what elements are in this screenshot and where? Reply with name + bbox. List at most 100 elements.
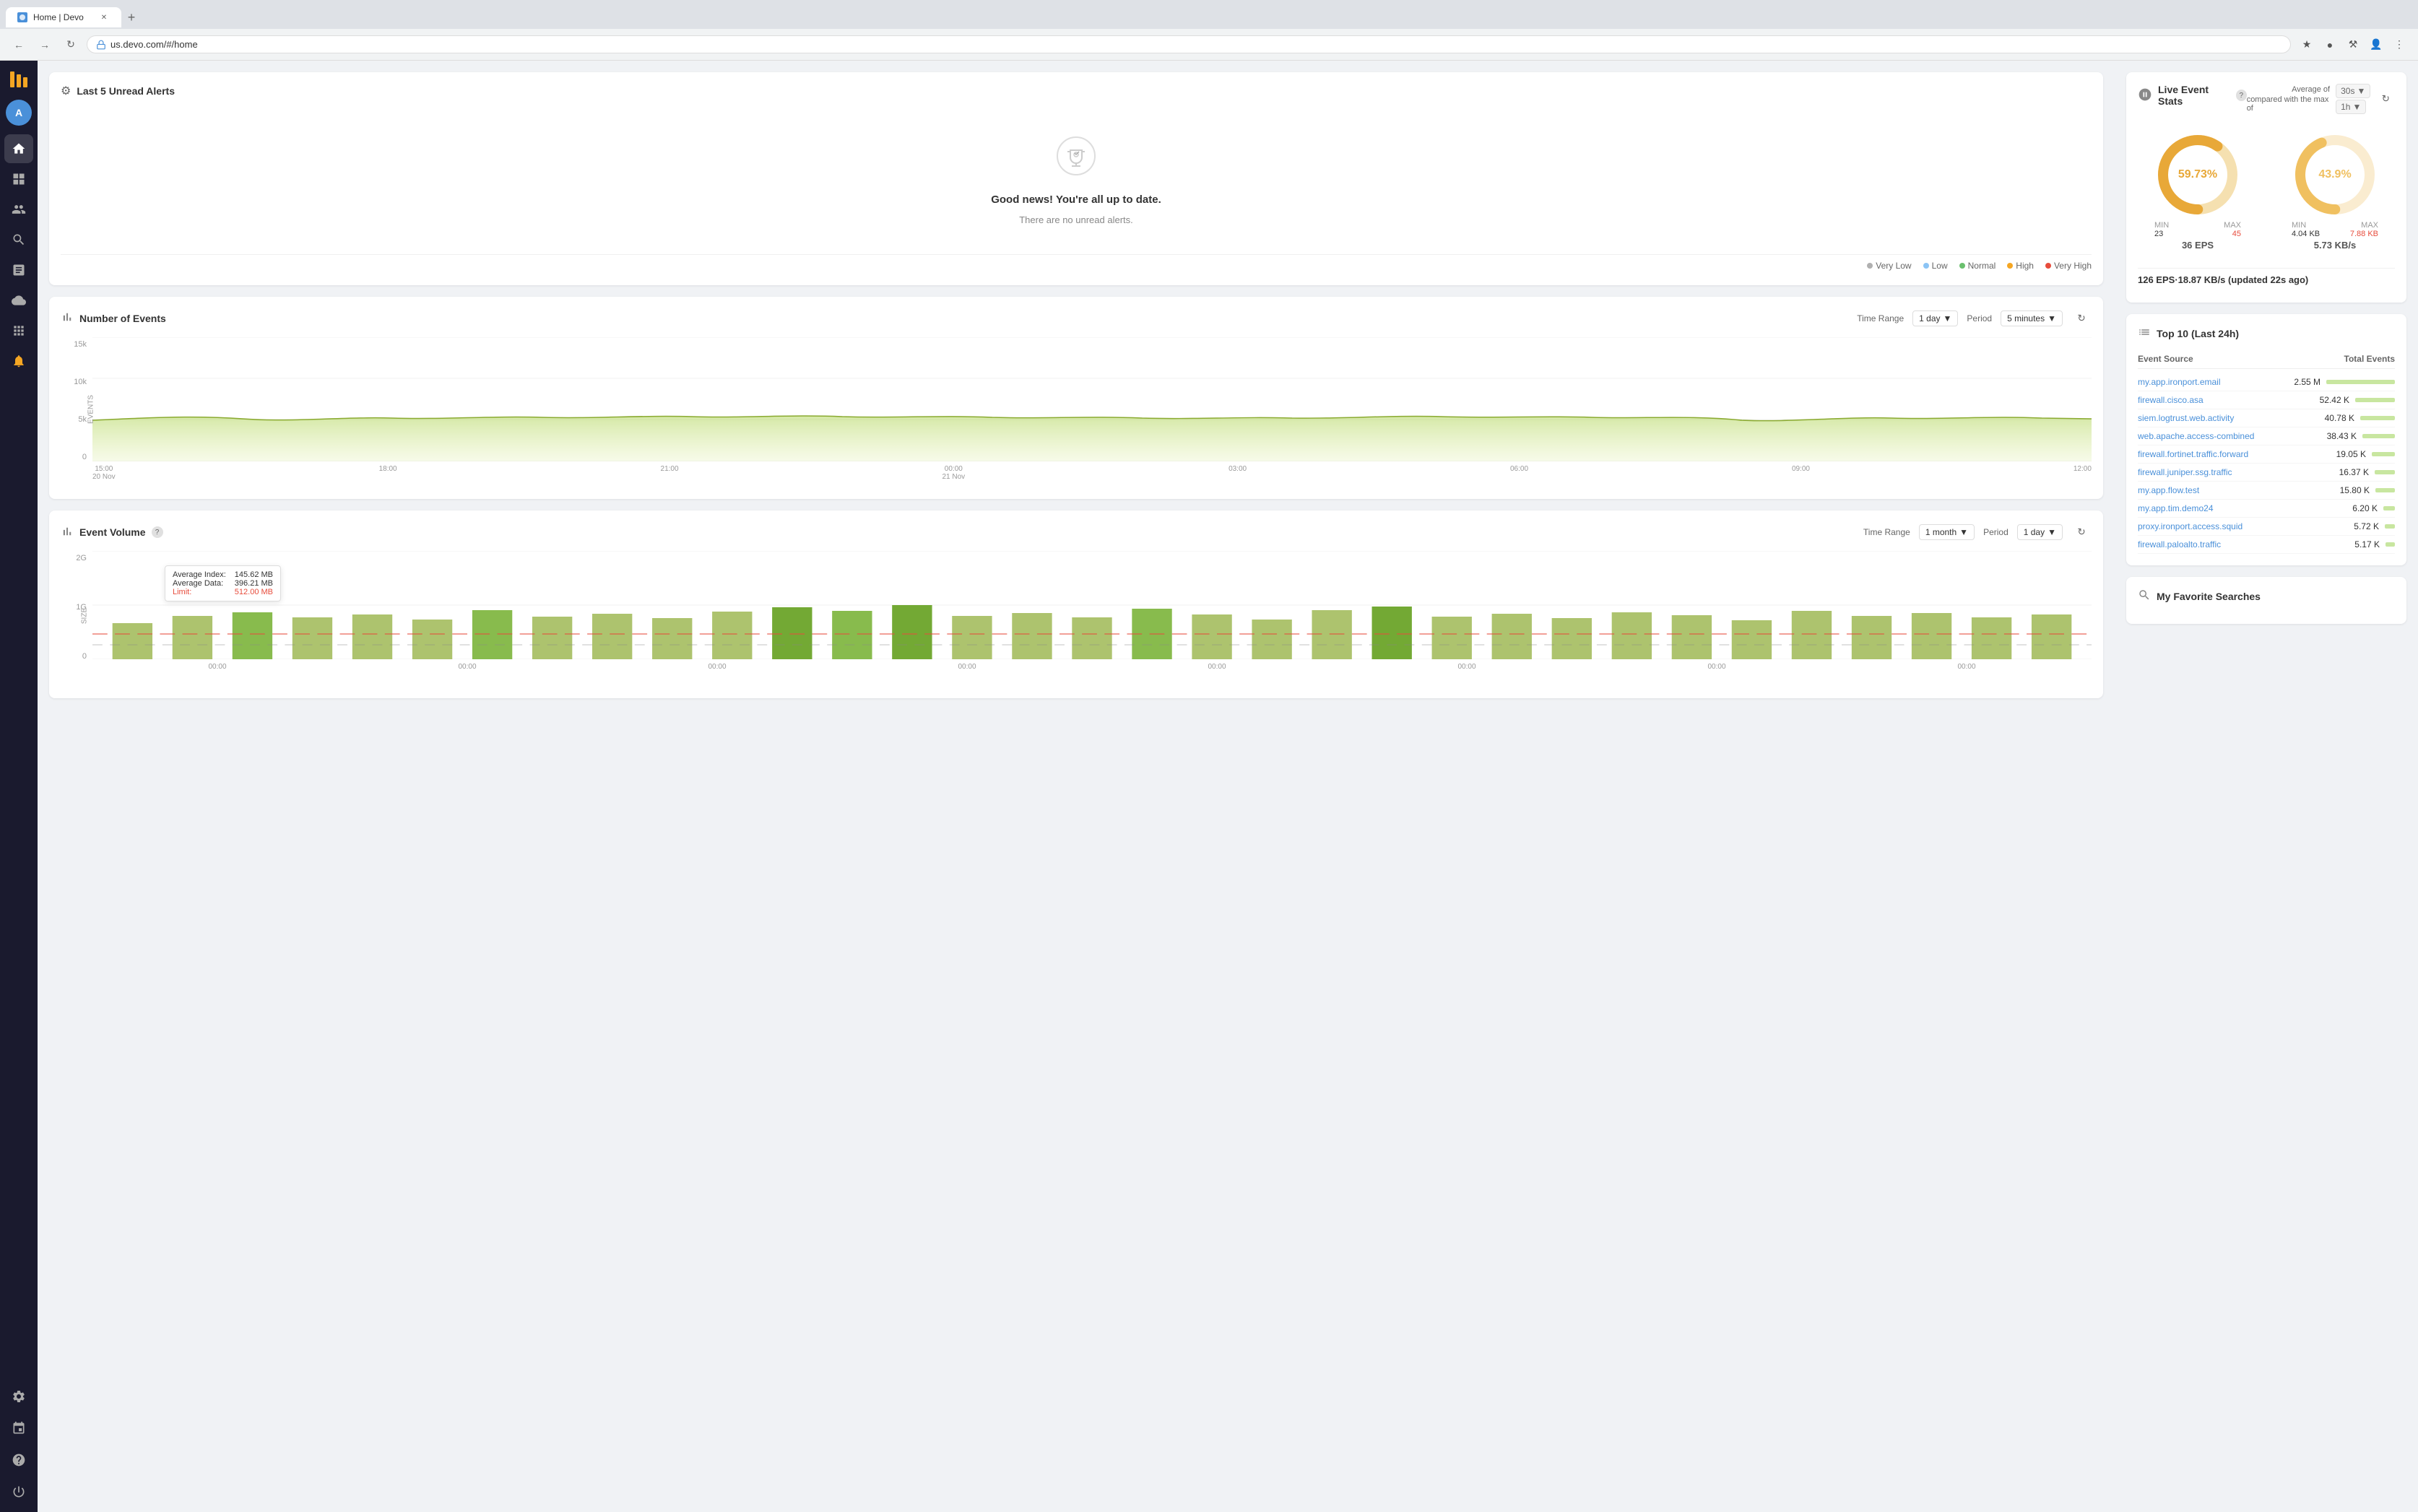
top10-source-5[interactable]: firewall.juniper.ssg.traffic — [2138, 467, 2308, 477]
alerts-card-header: ⚙ Last 5 Unread Alerts — [61, 84, 2092, 98]
alerts-empty-subtitle: There are no unread alerts. — [1019, 214, 1133, 225]
top10-source-4[interactable]: firewall.fortinet.traffic.forward — [2138, 449, 2308, 459]
extensions-button[interactable]: ⚒ — [2343, 35, 2363, 55]
top10-card: Top 10 (Last 24h) Event Source Total Eve… — [2126, 314, 2406, 565]
top10-source-7[interactable]: my.app.tim.demo24 — [2138, 503, 2308, 513]
live-stats-compared-label: compared with the max of — [2247, 95, 2330, 113]
sidebar-item-analytics[interactable] — [4, 195, 33, 224]
sidebar-item-help[interactable] — [4, 1446, 33, 1474]
top10-col-events: Total Events — [2344, 354, 2395, 364]
top10-source-0[interactable]: my.app.ironport.email — [2138, 377, 2294, 387]
back-button[interactable]: ← — [9, 35, 29, 55]
live-stats-info-icon[interactable]: ? — [2236, 90, 2247, 101]
top10-rows-container: my.app.ironport.email 2.55 M firewall.ci… — [2138, 373, 2395, 554]
top10-bar-9 — [2386, 542, 2395, 547]
top10-bar-1 — [2355, 398, 2395, 402]
eps-min-section: MIN 23 — [2154, 221, 2169, 238]
top10-bar-6 — [2375, 488, 2395, 492]
forward-button[interactable]: → — [35, 35, 55, 55]
events-time-range-select[interactable]: 1 day ▼ — [1912, 310, 1958, 326]
events-chart-controls: Time Range 1 day ▼ Period 5 minutes ▼ — [1857, 308, 2092, 329]
event-volume-chart-area: 2G 1G 0 SIZE — [61, 551, 2092, 681]
tab-close-button[interactable]: ✕ — [98, 12, 110, 23]
volume-y-tick-2g: 2G — [76, 554, 87, 562]
events-x-label-2: 21:00 — [661, 465, 679, 481]
table-row: firewall.paloalto.traffic 5.17 K — [2138, 536, 2395, 554]
alerts-card-title: Last 5 Unread Alerts — [77, 85, 175, 97]
sidebar-item-alerts[interactable] — [4, 347, 33, 375]
kbs-donut-value: 43.9% — [2318, 168, 2351, 181]
eps-donut-wrapper: 59.73% — [2154, 131, 2241, 218]
table-row: firewall.juniper.ssg.traffic 16.37 K — [2138, 464, 2395, 482]
volume-time-range-select[interactable]: 1 month ▼ — [1919, 524, 1975, 540]
live-stats-avg-label: Average of — [2292, 85, 2330, 94]
top10-events-3: 38.43 K — [2308, 431, 2395, 441]
events-card-header: Number of Events Time Range 1 day ▼ Peri… — [61, 308, 2092, 329]
new-tab-button[interactable]: + — [121, 7, 142, 27]
legend-label-very-high: Very High — [2054, 261, 2092, 271]
sidebar-item-apps[interactable] — [4, 316, 33, 345]
live-stats-refresh-button[interactable]: ↻ — [2376, 89, 2395, 109]
volume-x-labels: 00:00 00:00 00:00 00:00 00:00 00:00 00:0… — [92, 661, 2092, 671]
events-period-label: Period — [1967, 313, 1992, 323]
legend-label-normal: Normal — [1968, 261, 1996, 271]
sidebar-item-search[interactable] — [4, 225, 33, 254]
active-tab[interactable]: Home | Devo ✕ — [6, 7, 121, 27]
top10-events-6: 15.80 K — [2308, 485, 2395, 495]
events-x-label-5: 06:00 — [1510, 465, 1528, 481]
events-x-label-0: 15:0020 Nov — [92, 465, 116, 481]
reload-button[interactable]: ↻ — [61, 35, 81, 55]
top10-source-2[interactable]: siem.logtrust.web.activity — [2138, 413, 2308, 423]
sidebar-item-settings[interactable] — [4, 1382, 33, 1411]
volume-period-select[interactable]: 1 day ▼ — [2017, 524, 2063, 540]
events-card: Number of Events Time Range 1 day ▼ Peri… — [49, 297, 2103, 499]
kbs-unit-label: 5.73 KB/s — [2314, 240, 2357, 251]
avatar[interactable]: A — [6, 100, 32, 126]
right-panel: Live Event Stats ? Average of compared w… — [2115, 61, 2418, 1512]
live-stats-compared-select[interactable]: 1h ▼ — [2336, 100, 2366, 114]
events-refresh-button[interactable]: ↻ — [2071, 308, 2092, 329]
events-x-label-6: 09:00 — [1792, 465, 1810, 481]
table-row: firewall.fortinet.traffic.forward 19.05 … — [2138, 446, 2395, 464]
top10-source-6[interactable]: my.app.flow.test — [2138, 485, 2308, 495]
url-text: us.devo.com/#/home — [110, 39, 198, 50]
profile-button[interactable]: ● — [2320, 35, 2340, 55]
alerts-empty-state: Good news! You're all up to date. There … — [61, 107, 2092, 254]
legend-label-low: Low — [1932, 261, 1948, 271]
sidebar-item-reports[interactable] — [4, 256, 33, 284]
top10-source-3[interactable]: web.apache.access-combined — [2138, 431, 2308, 441]
events-y-tick-5k: 5k — [78, 415, 87, 424]
top10-bar-2 — [2360, 416, 2395, 420]
top10-bar-8 — [2385, 524, 2395, 529]
event-volume-title: Event Volume — [79, 526, 146, 538]
top10-bar-7 — [2383, 506, 2395, 510]
event-volume-refresh-button[interactable]: ↻ — [2071, 522, 2092, 542]
table-row: my.app.ironport.email 2.55 M — [2138, 373, 2395, 391]
menu-button[interactable]: ⋮ — [2389, 35, 2409, 55]
url-input[interactable]: us.devo.com/#/home — [87, 35, 2291, 53]
top10-source-9[interactable]: firewall.paloalto.traffic — [2138, 539, 2308, 549]
favorites-card: My Favorite Searches — [2126, 577, 2406, 624]
events-chart-svg — [92, 337, 2092, 461]
event-volume-info-icon[interactable]: ? — [152, 526, 163, 538]
sidebar-item-dashboard[interactable] — [4, 165, 33, 194]
events-x-label-4: 03:00 — [1228, 465, 1247, 481]
sidebar-item-cloud[interactable] — [4, 286, 33, 315]
top10-events-0: 2.55 M — [2294, 377, 2395, 387]
account-button[interactable]: 👤 — [2366, 35, 2386, 55]
eps-max-value: 45 — [2224, 230, 2241, 238]
sidebar-item-git[interactable] — [4, 1414, 33, 1443]
kbs-min-value: 4.04 KB — [2292, 230, 2320, 238]
bookmark-button[interactable]: ★ — [2297, 35, 2317, 55]
top10-events-7: 6.20 K — [2308, 503, 2395, 513]
live-stats-avg-select[interactable]: 30s ▼ — [2336, 84, 2370, 98]
top10-source-1[interactable]: firewall.cisco.asa — [2138, 395, 2308, 405]
events-chart-area: 15k 10k 5k 0 EVENTS — [61, 337, 2092, 482]
top10-source-8[interactable]: proxy.ironport.access.squid — [2138, 521, 2308, 531]
sidebar-item-home[interactable] — [4, 134, 33, 163]
events-period-select[interactable]: 5 minutes ▼ — [2001, 310, 2063, 326]
kbs-min-section: MIN 4.04 KB — [2292, 221, 2320, 238]
sidebar-item-power[interactable] — [4, 1477, 33, 1506]
volume-time-range-label: Time Range — [1863, 527, 1910, 537]
donuts-section: 59.73% MIN 23 MAX 45 — [2138, 120, 2395, 262]
